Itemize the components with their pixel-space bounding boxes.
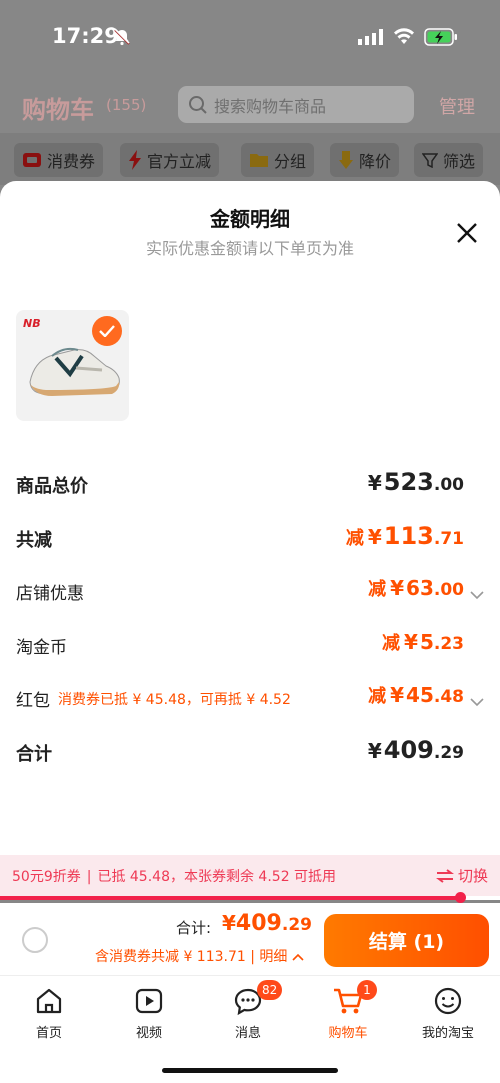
tab-video[interactable]: 视频	[104, 984, 194, 1041]
coupon-separator: |	[86, 869, 92, 885]
chevron-down-icon[interactable]	[470, 692, 484, 711]
cellular-signal-icon	[358, 29, 384, 49]
coupon-bar: 50元9折券 | 已抵 45.48，本张券剩余 4.52 可抵用 切换	[0, 855, 500, 897]
sheet-subtitle: 实际优惠金额请以下单页为准	[145, 239, 354, 258]
filter-coupon[interactable]: 消费券	[14, 143, 104, 177]
mute-bell-icon	[113, 28, 131, 50]
coupon-status: 已抵 45.48，本张券剩余 4.52 可抵用	[97, 869, 337, 885]
filter-price-drop[interactable]: 降价	[330, 143, 400, 177]
coupon-bar-text: 50元9折券 | 已抵 45.48，本张券剩余 4.52 可抵用	[12, 866, 336, 886]
tab-profile-label: 我的淘宝	[421, 1026, 474, 1041]
price-detail-sheet: 金额明细 实际优惠金额请以下单页为准 NB 商品总价 ¥523.00 共减 减 ¥…	[0, 181, 500, 874]
home-icon	[4, 984, 94, 1018]
select-all-checkbox[interactable]	[22, 927, 48, 953]
chevron-down-icon[interactable]	[470, 585, 484, 604]
coupon-switch-button[interactable]: 切换	[435, 865, 488, 886]
checkout-total-label: 合计:	[176, 919, 212, 937]
status-time: 17:29	[52, 24, 119, 48]
filter-official-label: 官方立减	[147, 152, 212, 171]
filter-screen[interactable]: 筛选	[414, 143, 484, 177]
messages-badge: 82	[257, 980, 283, 1000]
filter-group[interactable]: 分组	[241, 143, 315, 177]
tab-cart-label: 购物车	[328, 1026, 368, 1041]
filter-coupon-label: 消费券	[47, 152, 96, 171]
search-icon	[189, 95, 207, 114]
row-red-packet[interactable]: 红包 消费券已抵 ¥ 45.48，可再抵 ¥ 4.52 减 ¥45.48	[0, 678, 500, 718]
selected-check-icon[interactable]	[92, 316, 122, 346]
coupon-progress-bar	[0, 892, 500, 903]
price-drop-icon	[338, 150, 354, 170]
total-reduction-label: 共减	[16, 530, 52, 551]
total-price-label: 商品总价	[16, 476, 88, 497]
page-title: 购物车	[22, 96, 94, 124]
red-packet-value: 减 ¥45.48	[368, 683, 464, 707]
bottom-tab-bar: 首页 视频 82 消息 1 购物车 我的淘宝	[0, 975, 500, 1083]
close-icon[interactable]	[455, 221, 479, 245]
checkout-bar: 合计: ¥ 409.29 含消费券共减 ¥ 113.71 | 明细 结算 (1)	[0, 903, 500, 975]
store-discount-label: 店铺优惠	[16, 584, 84, 604]
tab-messages[interactable]: 82 消息	[203, 980, 293, 1041]
tab-video-label: 视频	[135, 1026, 162, 1041]
manage-button[interactable]: 管理	[439, 93, 475, 119]
red-packet-label: 红包	[16, 691, 50, 711]
store-discount-value: 减 ¥63.00	[368, 576, 464, 600]
home-indicator	[162, 1068, 338, 1073]
search-input[interactable]: 搜索购物车商品	[178, 86, 414, 123]
taojinbi-label: 淘金币	[16, 638, 67, 658]
sheet-title: 金额明细	[210, 207, 290, 231]
checkout-discount-detail[interactable]: 含消费券共减 ¥ 113.71 | 明细	[95, 946, 304, 966]
checkout-button[interactable]: 结算 (1)	[324, 914, 489, 967]
filter-group-label: 分组	[274, 152, 307, 171]
row-total-price: 商品总价 ¥523.00	[0, 464, 500, 504]
coupon-name: 50元9折券	[12, 869, 81, 885]
filter-icon	[422, 152, 438, 168]
row-subtotal: 合计 ¥409.29	[0, 732, 500, 772]
chevron-up-icon	[292, 953, 304, 961]
filter-price-drop-label: 降价	[359, 152, 392, 171]
coupon-progress-knob	[455, 892, 466, 903]
lightning-icon	[128, 150, 142, 170]
battery-charging-icon	[424, 27, 458, 51]
total-reduction-value: 减 ¥113.71	[345, 522, 464, 550]
status-bar: 17:29	[0, 0, 500, 76]
cart-badge: 1	[357, 980, 377, 1000]
tab-profile[interactable]: 我的淘宝	[403, 984, 493, 1041]
tab-messages-label: 消息	[234, 1026, 261, 1041]
row-taojinbi: 淘金币 减 ¥5.23	[0, 625, 500, 665]
search-placeholder: 搜索购物车商品	[214, 96, 327, 116]
taojinbi-value: 减 ¥5.23	[382, 630, 464, 654]
cart-count: (155)	[106, 96, 147, 114]
red-packet-note: 消费券已抵 ¥ 45.48，可再抵 ¥ 4.52	[58, 692, 291, 708]
wifi-icon	[393, 27, 415, 49]
filter-screen-label: 筛选	[443, 152, 476, 171]
coupon-icon	[22, 151, 42, 169]
cart-header: 购物车 (155) 搜索购物车商品 管理	[0, 76, 500, 132]
coupon-switch-label: 切换	[457, 867, 488, 885]
row-total-reduction: 共减 减 ¥113.71	[0, 518, 500, 558]
total-price-value: ¥523.00	[367, 468, 464, 496]
checkout-total-value: ¥ 409.29	[222, 911, 312, 936]
profile-icon	[403, 984, 493, 1018]
folder-icon	[249, 152, 269, 168]
filter-bar: 消费券 官方立减 分组 降价 筛选	[0, 133, 500, 185]
tab-home-label: 首页	[35, 1026, 62, 1041]
filter-official-discount[interactable]: 官方立减	[120, 143, 220, 177]
coupon-progress-fill	[0, 896, 460, 900]
brand-logo: NB	[23, 317, 41, 330]
tab-home[interactable]: 首页	[4, 984, 94, 1041]
tab-cart[interactable]: 1 购物车	[303, 980, 393, 1041]
row-store-discount[interactable]: 店铺优惠 减 ¥63.00	[0, 571, 500, 611]
subtotal-label: 合计	[16, 744, 52, 765]
video-icon	[104, 984, 194, 1018]
cart-icon	[303, 984, 393, 1018]
subtotal-value: ¥409.29	[367, 736, 464, 764]
switch-icon	[435, 868, 454, 883]
